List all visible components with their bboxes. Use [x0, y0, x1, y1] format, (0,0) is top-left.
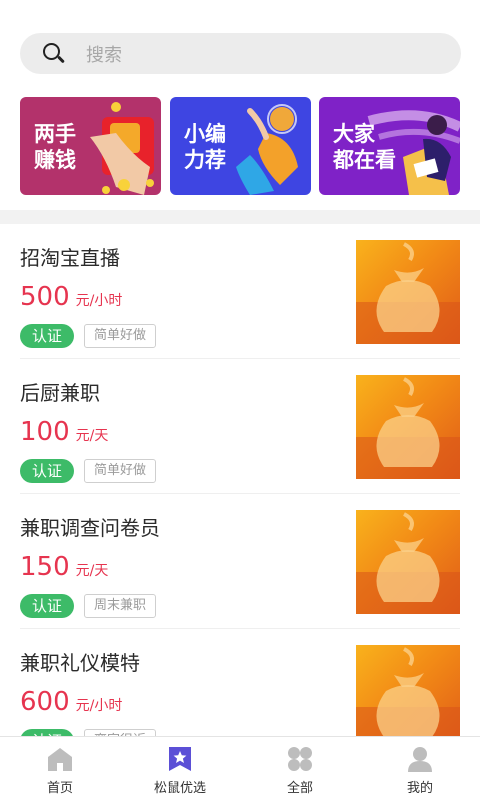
money-bag-icon — [356, 512, 460, 614]
salary-amount: 100 — [20, 417, 70, 447]
job-title: 后厨兼职 — [20, 381, 100, 405]
user-icon — [408, 747, 432, 772]
verified-badge: 认证 — [20, 594, 75, 618]
banner-2-line-1: 小编 — [184, 122, 226, 146]
star-bookmark-icon — [169, 747, 191, 771]
salary-amount: 150 — [20, 552, 70, 582]
job-salary: 600 元/小时 — [20, 687, 122, 717]
job-salary: 500 元/小时 — [20, 282, 122, 312]
grid-icon — [288, 747, 312, 771]
money-bag-thumbnail — [356, 375, 460, 479]
tab-home[interactable]: 首页 — [0, 737, 120, 800]
job-tags: 认证 简单好做 — [20, 459, 157, 483]
salary-unit: 元/小时 — [75, 293, 123, 309]
banner-3-line-1: 大家 — [333, 122, 375, 146]
search-input[interactable]: 搜索 — [86, 41, 122, 67]
tab-label: 首页 — [46, 781, 73, 796]
tab-label: 松鼠优选 — [153, 781, 206, 796]
home-icon — [48, 748, 72, 771]
job-title: 兼职调查问卷员 — [20, 516, 160, 540]
job-title: 兼职礼仪模特 — [20, 651, 140, 675]
job-tags: 认证 周末兼职 — [20, 594, 157, 618]
row-separator — [20, 493, 460, 494]
banner-row: 两手 赚钱 小编 力荐 大家 都在看 — [20, 97, 460, 195]
money-bag-icon — [356, 647, 460, 749]
money-bag-thumbnail — [356, 645, 460, 749]
banner-everyone-watching[interactable]: 大家 都在看 — [319, 97, 460, 195]
job-tag: 简单好做 — [84, 324, 157, 348]
app-screen: 搜索 两手 赚钱 小编 力荐 大家 都在看 招淘宝直播 500 元/小时 认证 … — [0, 0, 480, 800]
bottom-tab-bar: 首页 松鼠优选 全部 我的 — [0, 736, 480, 800]
salary-amount: 500 — [20, 282, 70, 312]
banner-editor-pick[interactable]: 小编 力荐 — [170, 97, 311, 195]
banner-1-line-1: 两手 — [34, 122, 76, 146]
salary-unit: 元/天 — [75, 428, 109, 444]
job-list-item[interactable]: 后厨兼职 100 元/天 认证 简单好做 — [20, 375, 460, 510]
money-bag-thumbnail — [356, 240, 460, 344]
verified-badge: 认证 — [20, 459, 75, 483]
salary-unit: 元/天 — [75, 563, 109, 579]
verified-badge: 认证 — [20, 324, 75, 348]
job-tags: 认证 简单好做 — [20, 324, 157, 348]
banner-2-line-2: 力荐 — [184, 148, 226, 172]
section-divider — [0, 210, 480, 224]
job-tag: 周末兼职 — [84, 594, 157, 618]
job-tag: 简单好做 — [84, 459, 157, 483]
search-bar[interactable]: 搜索 — [20, 33, 461, 74]
tab-label: 我的 — [406, 781, 433, 796]
search-icon — [42, 42, 66, 66]
banner-1-line-2: 赚钱 — [34, 148, 76, 172]
row-separator — [20, 358, 460, 359]
job-salary: 100 元/天 — [20, 417, 108, 447]
tab-profile[interactable]: 我的 — [360, 737, 480, 800]
row-separator — [20, 628, 460, 629]
job-salary: 150 元/天 — [20, 552, 108, 582]
salary-unit: 元/小时 — [75, 698, 123, 714]
money-bag-icon — [356, 242, 460, 344]
job-list-item[interactable]: 兼职调查问卷员 150 元/天 认证 周末兼职 — [20, 510, 460, 645]
tab-label: 全部 — [286, 781, 313, 796]
salary-amount: 600 — [20, 687, 70, 717]
tab-songshu-picks[interactable]: 松鼠优选 — [120, 737, 240, 800]
money-bag-icon — [356, 377, 460, 479]
tab-all[interactable]: 全部 — [240, 737, 360, 800]
banner-3-line-2: 都在看 — [333, 148, 396, 172]
job-title: 招淘宝直播 — [20, 246, 120, 270]
money-bag-thumbnail — [356, 510, 460, 614]
job-list-item[interactable]: 招淘宝直播 500 元/小时 认证 简单好做 — [20, 240, 460, 375]
banner-earn-money[interactable]: 两手 赚钱 — [20, 97, 161, 195]
